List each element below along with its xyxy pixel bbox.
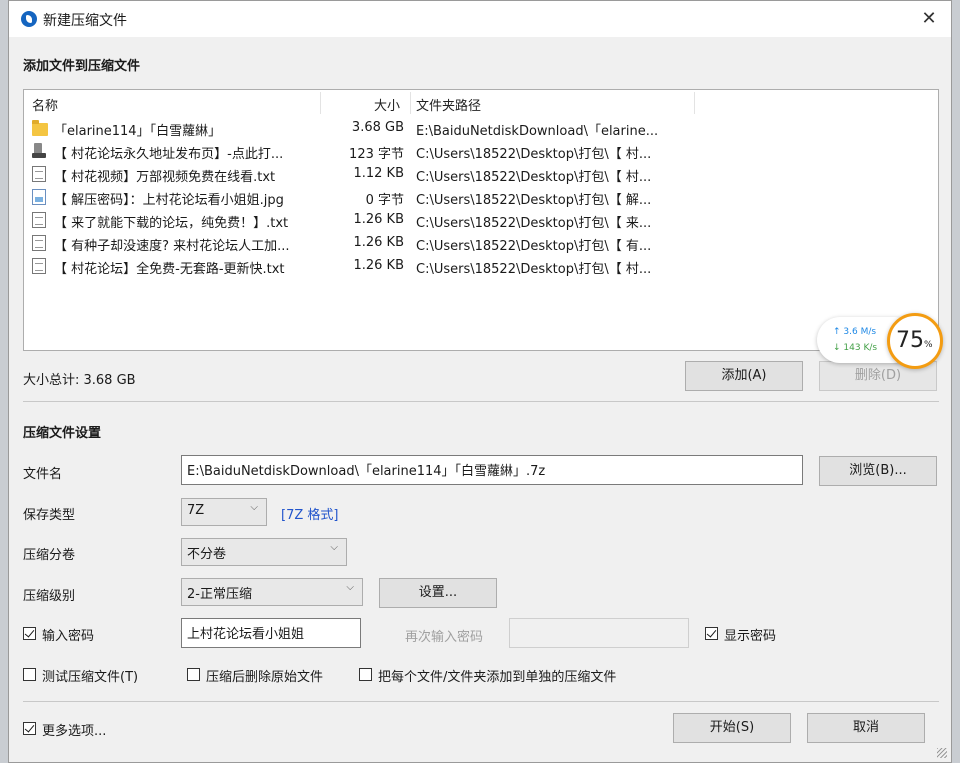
- filename-input[interactable]: E:\BaiduNetdiskDownload\「elarine114」「白雪蘿…: [181, 455, 803, 485]
- title-bar[interactable]: 新建压缩文件 ✕: [9, 1, 951, 37]
- compress-dialog: 新建压缩文件 ✕ 添加文件到压缩文件 名称 大小 文件夹路径 「elarine1…: [8, 0, 952, 763]
- file-size: 1.26 KB: [353, 212, 404, 227]
- file-size: 1.12 KB: [353, 166, 404, 181]
- settings-section-title: 压缩文件设置: [23, 426, 102, 441]
- footer-divider: [23, 701, 939, 702]
- column-path-header[interactable]: 文件夹路径: [416, 95, 481, 114]
- password-input[interactable]: 上村花论坛看小姐姐: [181, 618, 361, 648]
- test-archive-label: 测试压缩文件(T): [42, 670, 139, 685]
- upload-speed: ↑ 3.6 M/s: [833, 327, 877, 337]
- usage-gauge: 75%: [887, 313, 943, 369]
- chevron-down-icon: ⌵: [250, 502, 258, 513]
- shortcut-file-icon: [32, 143, 46, 159]
- file-name: 「elarine114」「白雪蘿綝」: [54, 124, 222, 139]
- file-row[interactable]: 【 村花论坛永久地址发布页】-点此打... 123 字节 C:\Users\18…: [24, 140, 938, 163]
- file-path: C:\Users\18522\Desktop\打包\【 有...: [416, 239, 652, 254]
- show-password-label: 显示密码: [724, 629, 777, 644]
- file-name: 【 来了就能下载的论坛，纯免费！】.txt: [54, 216, 289, 231]
- file-path: C:\Users\18522\Desktop\打包\【 村...: [416, 262, 652, 277]
- file-path: C:\Users\18522\Desktop\打包\【 村...: [416, 147, 652, 162]
- add-button[interactable]: 添加(A): [685, 361, 803, 391]
- password-label: 输入密码: [42, 629, 95, 644]
- text-file-icon: [32, 166, 46, 182]
- close-button[interactable]: ✕: [917, 7, 941, 31]
- file-row[interactable]: 【 村花论坛】全免费-无套路-更新快.txt 1.26 KB C:\Users\…: [24, 255, 938, 278]
- save-type-label: 保存类型: [23, 508, 76, 523]
- file-path: C:\Users\18522\Desktop\打包\【 村...: [416, 170, 652, 185]
- delete-after-checkbox[interactable]: [187, 668, 200, 681]
- file-path: C:\Users\18522\Desktop\打包\【 来...: [416, 216, 652, 231]
- file-row[interactable]: 【 来了就能下载的论坛，纯免费！】.txt 1.26 KB C:\Users\1…: [24, 209, 938, 232]
- file-size: 1.26 KB: [353, 258, 404, 273]
- file-name: 【 有种子却没速度? 来村花论坛人工加...: [54, 239, 290, 254]
- compression-level-select[interactable]: 2-正常压缩 ⌵: [181, 578, 363, 606]
- chevron-down-icon: ⌵: [346, 582, 354, 593]
- more-options-label: 更多选项...: [42, 724, 107, 739]
- file-row[interactable]: 【 解压密码】：上村花论坛看小姐姐.jpg 0 字节 C:\Users\1852…: [24, 186, 938, 209]
- cancel-button[interactable]: 取消: [807, 713, 925, 743]
- section-divider: [23, 401, 939, 402]
- compression-level-label: 压缩级别: [23, 589, 76, 604]
- file-name: 【 村花论坛永久地址发布页】-点此打...: [54, 147, 284, 162]
- gauge-percent: 75%: [896, 328, 933, 353]
- text-file-icon: [32, 258, 46, 274]
- file-size: 123 字节: [349, 147, 404, 162]
- split-volume-label: 压缩分卷: [23, 548, 76, 563]
- save-type-select[interactable]: 7Z ⌵: [181, 498, 267, 526]
- image-file-icon: [32, 189, 46, 205]
- filename-label: 文件名: [23, 467, 63, 482]
- file-name: 【 村花论坛】全免费-无套路-更新快.txt: [54, 262, 285, 277]
- file-size: 3.68 GB: [351, 120, 404, 135]
- total-size-label: 大小总计: 3.68 GB: [23, 373, 136, 388]
- file-size: 1.26 KB: [353, 235, 404, 250]
- add-section-title: 添加文件到压缩文件: [23, 59, 141, 74]
- show-password-checkbox[interactable]: [705, 627, 718, 640]
- format-info-link[interactable]: [7Z 格式]: [281, 504, 338, 523]
- separate-archives-label: 把每个文件/文件夹添加到单独的压缩文件: [378, 670, 617, 685]
- start-button[interactable]: 开始(S): [673, 713, 791, 743]
- column-name-header[interactable]: 名称: [32, 95, 58, 114]
- app-logo-icon: [21, 11, 37, 27]
- password-checkbox[interactable]: [23, 627, 36, 640]
- browse-button[interactable]: 浏览(B)...: [819, 456, 937, 486]
- chevron-down-icon: ⌵: [330, 542, 338, 553]
- resize-grip[interactable]: [937, 748, 947, 758]
- file-row[interactable]: 【 村花视频】万部视频免费在线看.txt 1.12 KB C:\Users\18…: [24, 163, 938, 186]
- network-speed-widget[interactable]: ↑ 3.6 M/s ↓ 143 K/s 75%: [817, 313, 947, 369]
- delete-after-label: 压缩后删除原始文件: [206, 670, 324, 685]
- password-again-label: 再次输入密码: [405, 630, 484, 645]
- test-archive-checkbox[interactable]: [23, 668, 36, 681]
- folder-icon: [32, 120, 48, 136]
- window-title: 新建压缩文件: [43, 13, 127, 29]
- file-size: 0 字节: [365, 193, 404, 208]
- file-path: C:\Users\18522\Desktop\打包\【 解...: [416, 193, 652, 208]
- column-size-header[interactable]: 大小: [374, 95, 400, 114]
- file-row[interactable]: 【 有种子却没速度? 来村花论坛人工加... 1.26 KB C:\Users\…: [24, 232, 938, 255]
- settings-button[interactable]: 设置...: [379, 578, 497, 608]
- split-volume-select[interactable]: 不分卷 ⌵: [181, 538, 347, 566]
- file-row[interactable]: 「elarine114」「白雪蘿綝」 3.68 GB E:\BaiduNetdi…: [24, 117, 938, 140]
- file-name: 【 解压密码】：上村花论坛看小姐姐.jpg: [54, 193, 284, 208]
- text-file-icon: [32, 235, 46, 251]
- separate-archives-checkbox[interactable]: [359, 668, 372, 681]
- file-list[interactable]: 名称 大小 文件夹路径 「elarine114」「白雪蘿綝」 3.68 GB E…: [23, 89, 939, 351]
- file-list-header: 名称 大小 文件夹路径: [24, 90, 938, 116]
- file-name: 【 村花视频】万部视频免费在线看.txt: [54, 170, 276, 185]
- password-again-input[interactable]: [509, 618, 689, 648]
- download-speed: ↓ 143 K/s: [833, 343, 878, 353]
- more-options-checkbox[interactable]: [23, 722, 36, 735]
- text-file-icon: [32, 212, 46, 228]
- file-path: E:\BaiduNetdiskDownload\「elarine...: [416, 124, 659, 139]
